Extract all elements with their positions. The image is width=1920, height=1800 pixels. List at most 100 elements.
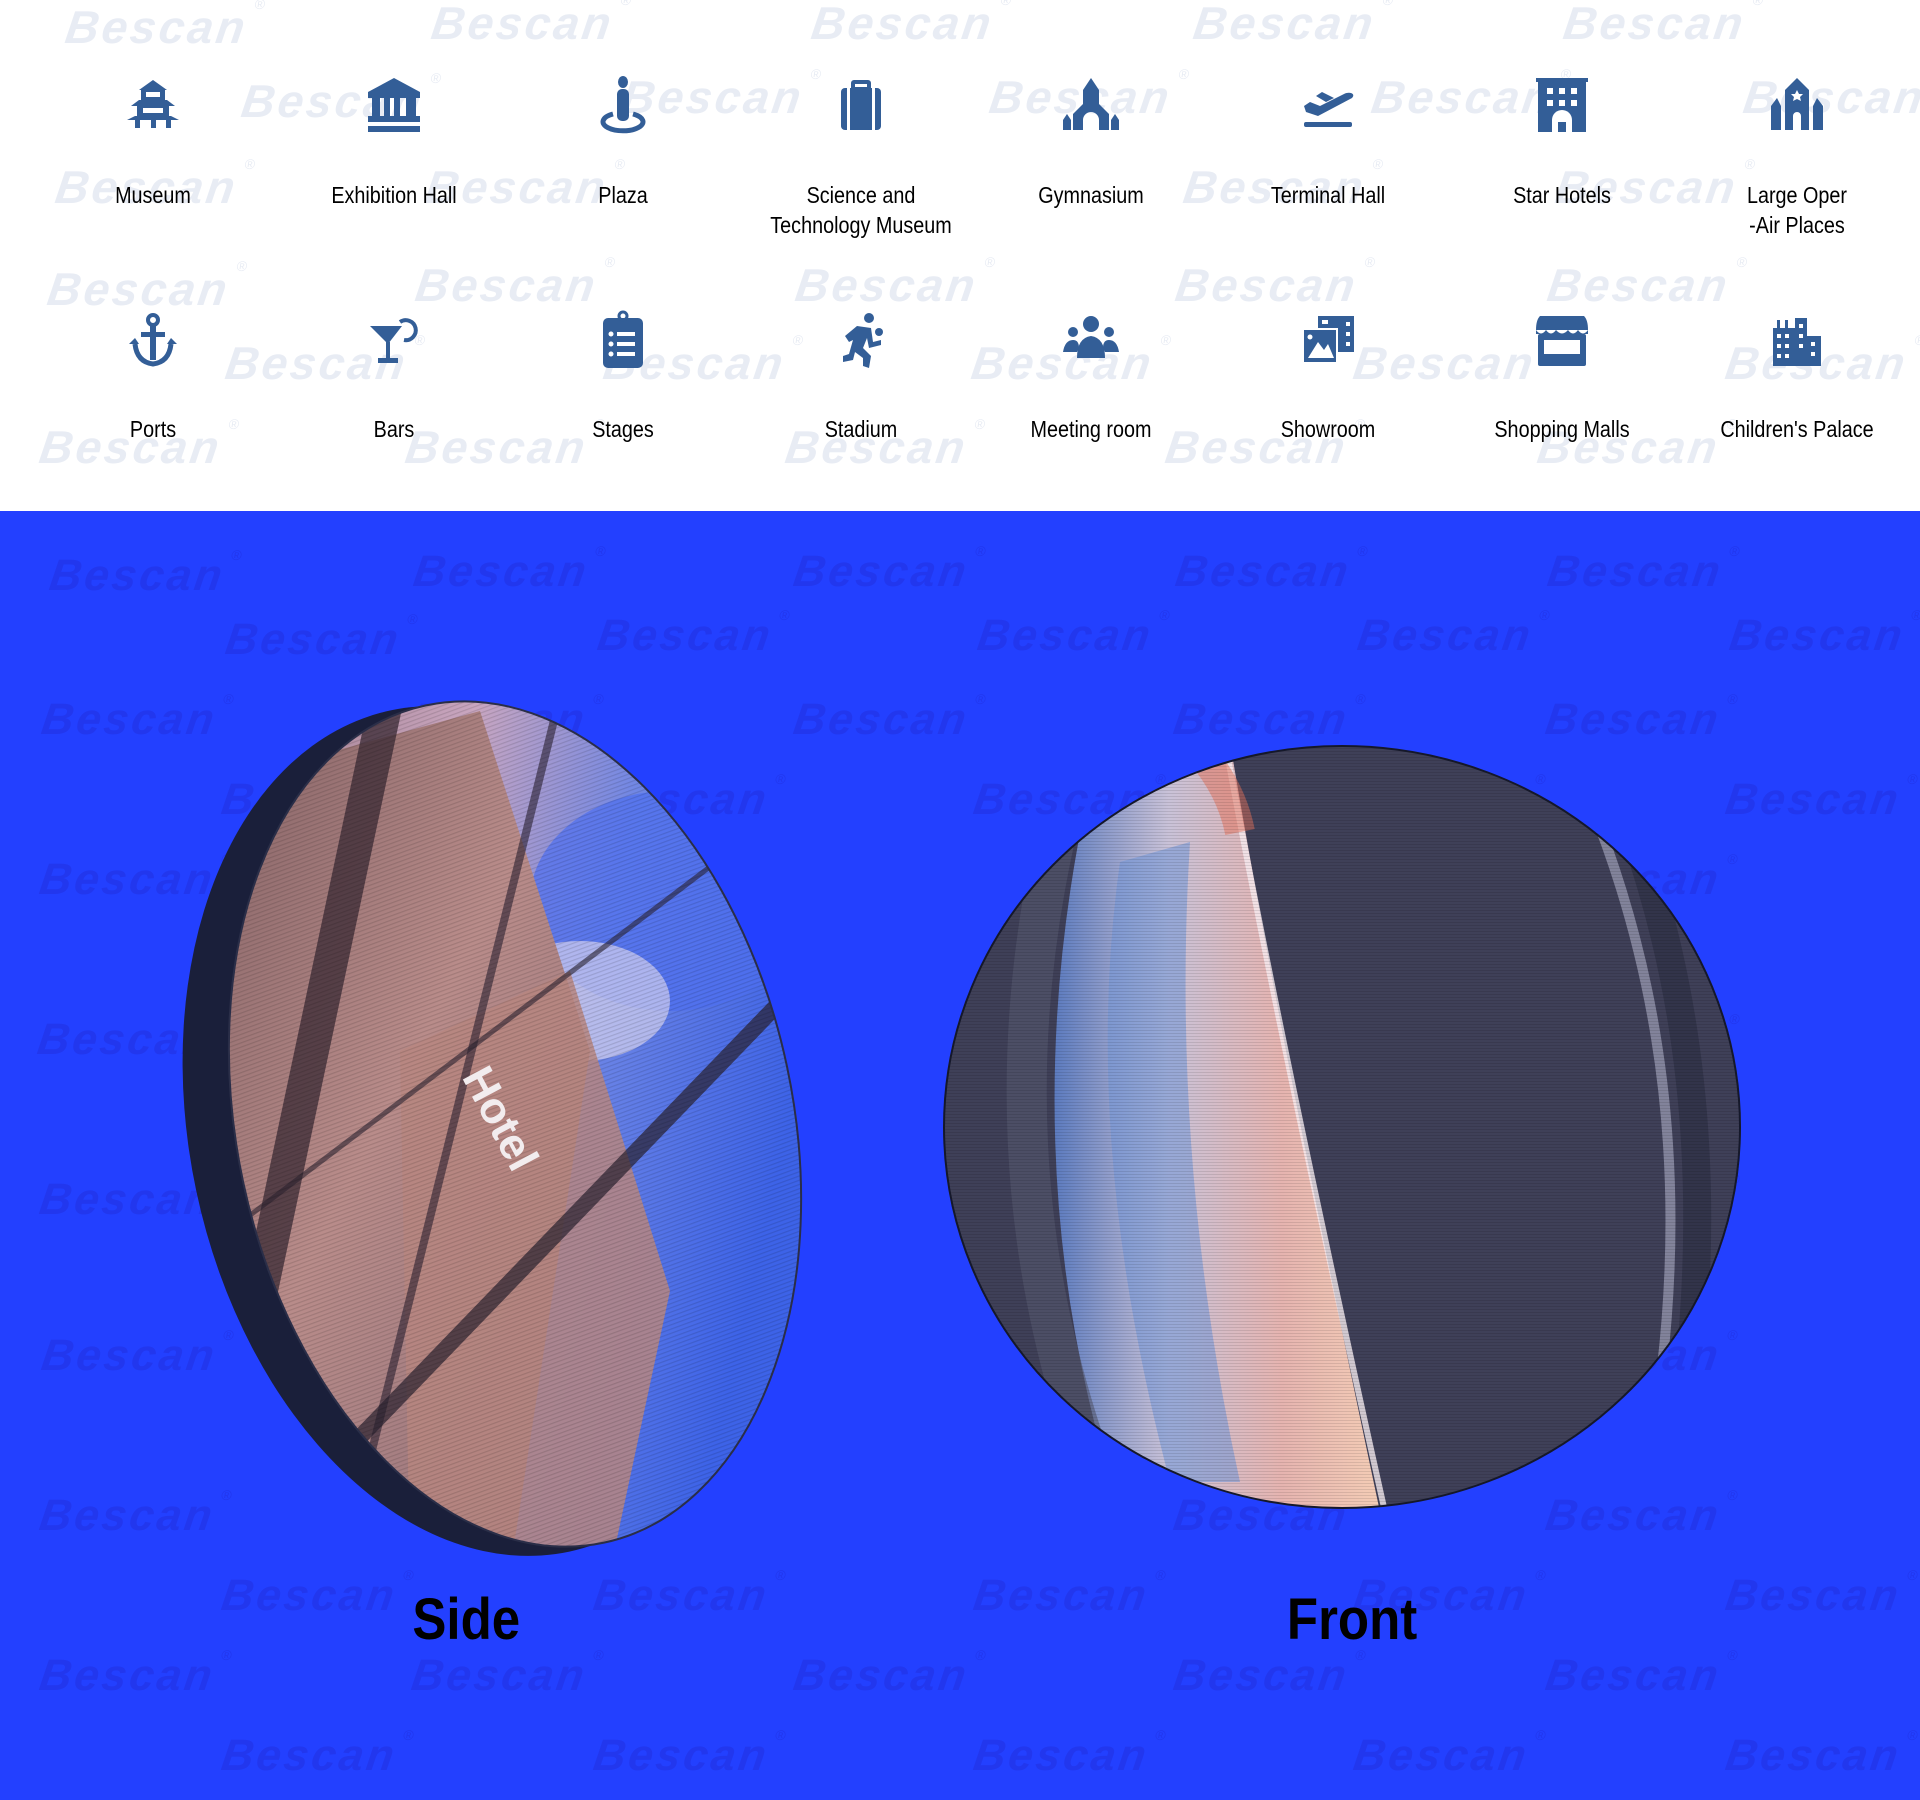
watermark-mark: ® bbox=[592, 1647, 608, 1663]
watermark: Bescan® bbox=[1542, 691, 1742, 745]
watermark-text: Bescan bbox=[590, 1731, 773, 1780]
watermark-mark: ® bbox=[1726, 691, 1742, 707]
watermark-text: Bescan bbox=[970, 1571, 1153, 1620]
watermark-mark: ® bbox=[974, 691, 990, 707]
watermark: Bescan® bbox=[218, 1567, 418, 1621]
watermark-text: Bescan bbox=[1542, 695, 1725, 744]
scenario-item: Science and Technology Museum bbox=[746, 74, 976, 240]
side-view-caption: Side bbox=[412, 1587, 521, 1652]
watermark-text: Bescan bbox=[792, 259, 982, 311]
side-view-led-screen: Hotel bbox=[154, 671, 830, 1571]
watermark: Bescan® bbox=[790, 1647, 990, 1701]
watermark-mark: ® bbox=[1906, 771, 1920, 787]
watermark: Bescan® bbox=[1544, 543, 1744, 597]
watermark-mark: ® bbox=[230, 547, 246, 563]
watermark-text: Bescan bbox=[1172, 259, 1362, 311]
scenario-item: Stages bbox=[508, 310, 738, 444]
church-icon bbox=[1063, 78, 1119, 130]
watermark-text: Bescan bbox=[1170, 1651, 1353, 1700]
running-person-icon bbox=[843, 313, 883, 368]
watermark-mark: ® bbox=[594, 543, 610, 559]
watermark-mark: ® bbox=[1726, 1647, 1742, 1663]
watermark: Bescan® bbox=[218, 1727, 418, 1781]
watermark-text: Bescan bbox=[44, 263, 234, 315]
watermark: Bescan® bbox=[222, 611, 422, 665]
watermark-text: Bescan bbox=[1722, 1731, 1905, 1780]
scenario-item: Museum bbox=[38, 74, 268, 210]
watermark-mark: ® bbox=[774, 1727, 790, 1743]
watermark-mark: ® bbox=[1534, 1567, 1550, 1583]
watermark: Bescan® bbox=[1172, 254, 1379, 312]
scenario-item: Star Hotels bbox=[1447, 74, 1677, 210]
briefcase-icon bbox=[841, 80, 881, 130]
watermark-text: Bescan bbox=[808, 0, 998, 49]
watermark-mark: ® bbox=[406, 611, 422, 627]
watermark: Bescan® bbox=[1722, 771, 1920, 825]
scenario-item: Terminal Hall bbox=[1213, 74, 1443, 210]
users-icon bbox=[1063, 316, 1119, 358]
product-views-section: Bescan ® Bescan ® Bescan ® Bescan ® Bescan ® Besca… bbox=[0, 511, 1920, 1800]
watermark: Bescan® bbox=[1170, 1647, 1370, 1701]
watermark: Bescan® bbox=[1722, 1727, 1920, 1781]
watermark: Bescan® bbox=[970, 1727, 1170, 1781]
watermark-text: Bescan bbox=[594, 611, 777, 660]
watermark-text: Bescan bbox=[222, 615, 405, 664]
watermark: Bescan® bbox=[46, 547, 246, 601]
watermark: Bescan® bbox=[590, 1727, 790, 1781]
airplane-departure-icon bbox=[1304, 92, 1354, 127]
watermark-text: Bescan bbox=[218, 1731, 401, 1780]
scenario-label: Science and Technology Museum bbox=[770, 182, 952, 238]
watermark-text: Bescan bbox=[36, 1651, 219, 1700]
front-view-led-screen bbox=[943, 745, 1741, 1509]
scenario-item: Ports bbox=[38, 310, 268, 444]
scenario-label: Stadium bbox=[824, 416, 898, 442]
watermark: Bescan® bbox=[1544, 254, 1751, 312]
watermark: Bescan® bbox=[1190, 0, 1397, 50]
watermark-mark: ® bbox=[1354, 691, 1370, 707]
watermark-mark: ® bbox=[983, 254, 1000, 270]
watermark-text: Bescan bbox=[428, 0, 618, 49]
cocktail-icon bbox=[370, 318, 418, 363]
watermark-text: Bescan bbox=[1354, 611, 1537, 660]
watermark-mark: ® bbox=[603, 254, 620, 270]
watermark-mark: ® bbox=[1158, 607, 1174, 623]
scenario-label: Plaza bbox=[598, 182, 648, 208]
watermark-mark: ® bbox=[619, 0, 636, 8]
side-screen-face: Hotel bbox=[154, 671, 830, 1571]
scenario-label: Large Oper -Air Places bbox=[1746, 182, 1848, 238]
scenario-label: Ports bbox=[129, 416, 177, 442]
watermark-text: Bescan bbox=[790, 1651, 973, 1700]
watermark-mark: ® bbox=[974, 543, 990, 559]
watermark-mark: ® bbox=[235, 258, 252, 274]
watermark-mark: ® bbox=[1735, 254, 1752, 270]
watermark-text: Bescan bbox=[970, 1731, 1153, 1780]
scenario-item: Bars bbox=[279, 310, 509, 444]
photo-gallery-icon bbox=[1302, 316, 1354, 364]
watermark-mark: ® bbox=[402, 1727, 418, 1743]
watermark-text: Bescan bbox=[1722, 775, 1905, 824]
scenario-label: Museum bbox=[115, 182, 191, 208]
application-scenarios-section: Bescan ® Bescan ® Bescan ® Bescan ® Bescan ® Besca… bbox=[0, 0, 1920, 511]
scenario-label: Children's Palace bbox=[1720, 416, 1874, 442]
scenario-item: Large Oper -Air Places bbox=[1682, 74, 1912, 240]
watermark-text: Bescan bbox=[1726, 611, 1909, 660]
watermark-mark: ® bbox=[1381, 0, 1398, 8]
watermark-text: Bescan bbox=[1350, 1731, 1533, 1780]
watermark: Bescan® bbox=[44, 258, 251, 316]
watermark-mark: ® bbox=[1906, 1567, 1920, 1583]
watermark-mark: ® bbox=[1538, 607, 1554, 623]
watermark: Bescan® bbox=[1350, 1727, 1550, 1781]
watermark-text: Bescan bbox=[218, 1571, 401, 1620]
watermark: Bescan® bbox=[970, 1567, 1170, 1621]
watermark: Bescan® bbox=[1542, 1647, 1742, 1701]
pagoda-icon bbox=[127, 80, 179, 128]
watermark: Bescan® bbox=[1172, 543, 1372, 597]
watermark-mark: ® bbox=[1910, 607, 1920, 623]
watermark-text: Bescan bbox=[790, 547, 973, 596]
watermark-mark: ® bbox=[778, 607, 794, 623]
scenario-item: Plaza bbox=[508, 74, 738, 210]
watermark-mark: ® bbox=[999, 0, 1016, 8]
columns-building-icon bbox=[368, 78, 420, 132]
scenario-label: Gymnasium bbox=[1038, 182, 1144, 208]
watermark-text: Bescan bbox=[1170, 695, 1353, 744]
